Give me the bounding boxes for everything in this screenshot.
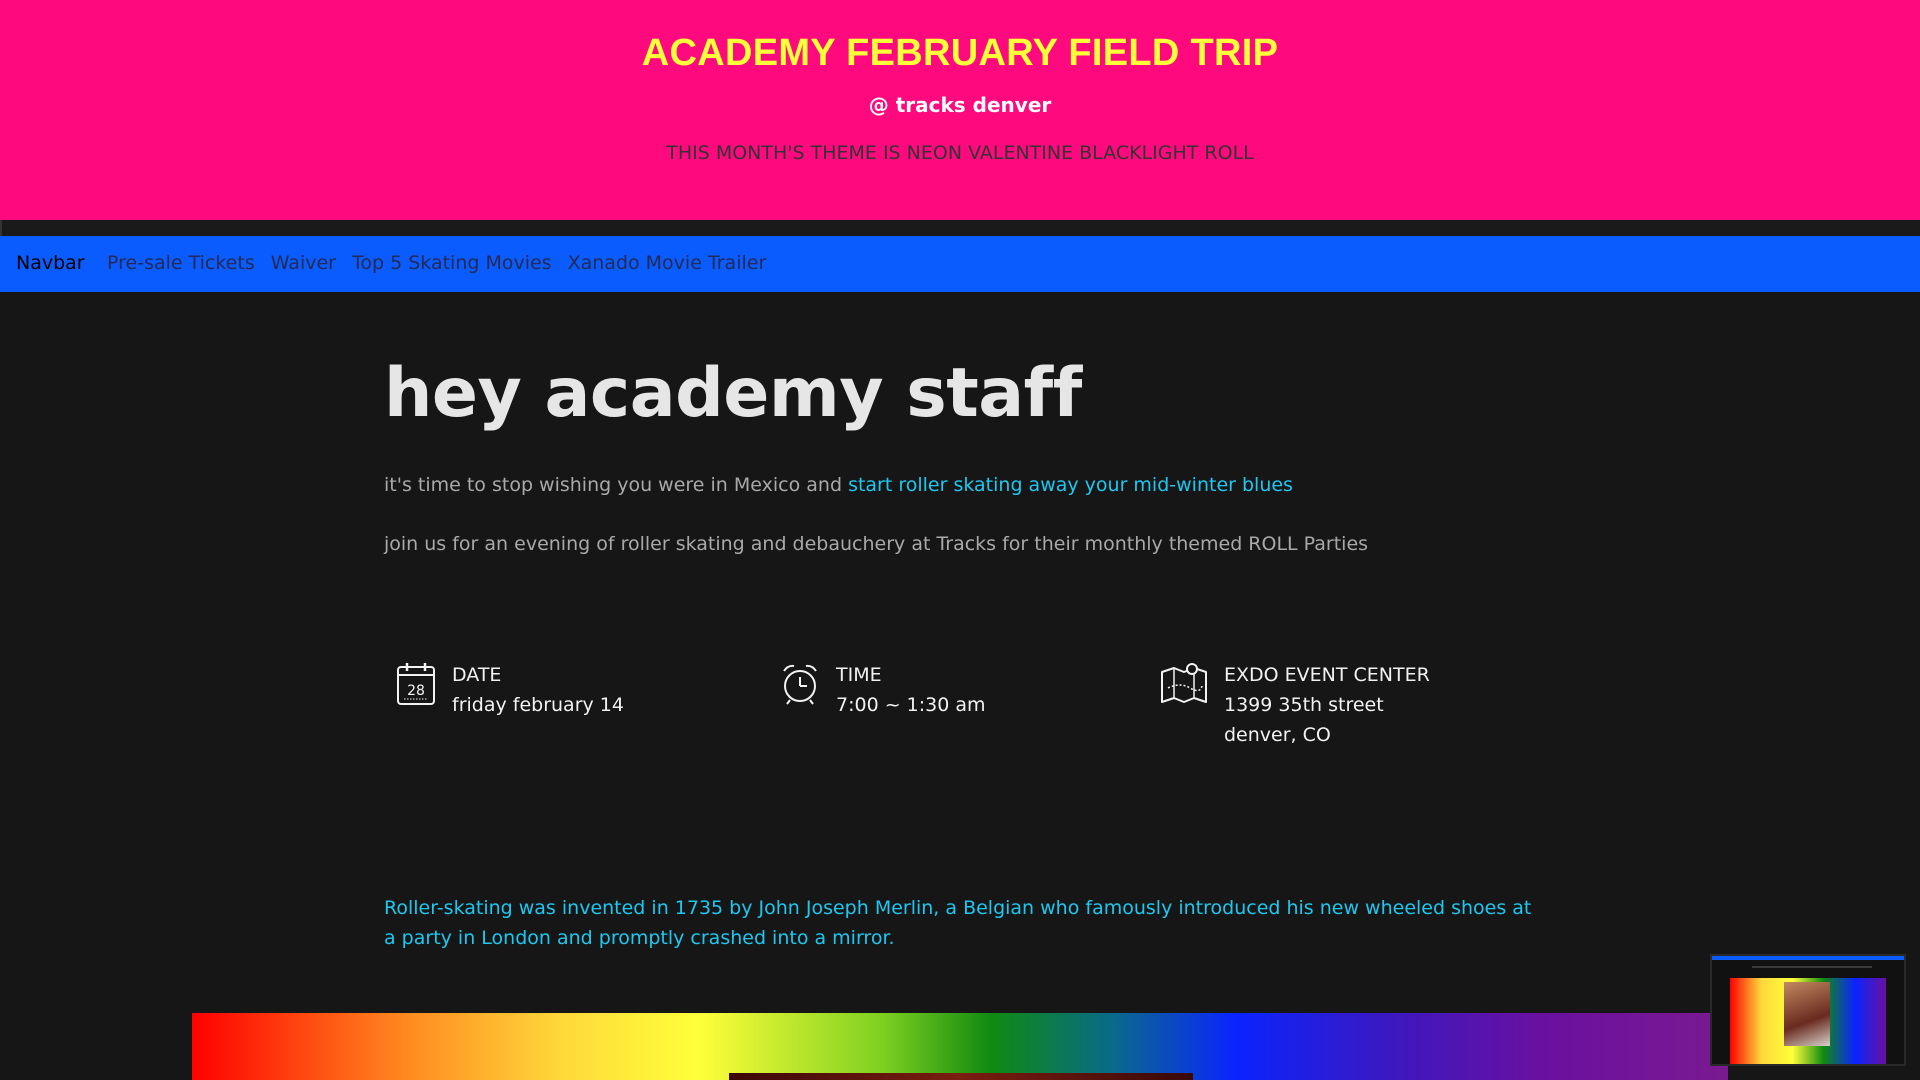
navbar: Navbar Pre-sale Tickets Waiver Top 5 Ska… — [0, 236, 1920, 292]
date-value: friday february 14 — [452, 694, 624, 716]
date-info: 28 DATE friday february 14 — [396, 660, 624, 720]
thumbnail-photo — [1784, 982, 1830, 1046]
navbar-divider — [0, 220, 1920, 236]
hero-title: ACADEMY FEBRUARY FIELD TRIP — [641, 32, 1279, 74]
nav-link-waiver[interactable]: Waiver — [271, 252, 336, 274]
date-label: DATE — [452, 664, 502, 686]
roller-skating-fact: Roller-skating was invented in 1735 by J… — [384, 897, 1532, 949]
alarm-clock-icon — [783, 664, 817, 705]
thumbnail-navbar — [1712, 956, 1904, 960]
venue-city: denver, CO — [1224, 724, 1331, 746]
hero-banner: ACADEMY FEBRUARY FIELD TRIP @ tracks den… — [0, 0, 1920, 220]
greeting-heading: hey academy staff — [384, 354, 1082, 433]
map-icon — [1161, 663, 1207, 703]
page-minimap-thumbnail[interactable] — [1710, 954, 1906, 1066]
hero-theme-text: THIS MONTH'S THEME IS NEON VALENTINE BLA… — [666, 142, 1254, 164]
intro-paragraph: it's time to stop wishing you were in Me… — [384, 472, 1544, 499]
navbar-links: Pre-sale Tickets Waiver Top 5 Skating Mo… — [107, 252, 766, 274]
main-content: hey academy staff it's time to stop wish… — [384, 360, 1544, 557]
navbar-brand[interactable]: Navbar — [16, 252, 85, 274]
venue-name: EXDO EVENT CENTER — [1224, 664, 1430, 686]
hero-subtitle: @ tracks denver — [868, 93, 1052, 117]
time-text: TIME 7:00 ~ 1:30 am — [836, 660, 986, 720]
date-text: DATE friday february 14 — [452, 660, 624, 720]
calendar-day: 28 — [407, 683, 425, 699]
rainbow-banner — [192, 1013, 1728, 1080]
venue-text: EXDO EVENT CENTER 1399 35th street denve… — [1224, 660, 1430, 750]
time-info: TIME 7:00 ~ 1:30 am — [780, 660, 986, 720]
skating-photo — [729, 1073, 1193, 1080]
nav-link-xanadu-trailer[interactable]: Xanado Movie Trailer — [568, 252, 767, 274]
time-value: 7:00 ~ 1:30 am — [836, 694, 986, 716]
intro-text: it's time to stop wishing you were in Me… — [384, 474, 849, 496]
event-info-row: 28 DATE friday february 14 TIME 7:00 ~ 1… — [396, 660, 1526, 760]
venue-street: 1399 35th street — [1224, 694, 1384, 716]
nav-link-presale-tickets[interactable]: Pre-sale Tickets — [107, 252, 255, 274]
time-label: TIME — [836, 664, 882, 686]
calendar-icon: 28 — [397, 663, 435, 705]
venue-info: EXDO EVENT CENTER 1399 35th street denve… — [1160, 660, 1430, 750]
join-paragraph: join us for an evening of roller skating… — [384, 532, 1369, 555]
thumbnail-text-line — [1752, 966, 1872, 968]
nav-link-top-skating-movies[interactable]: Top 5 Skating Movies — [352, 252, 552, 274]
roller-skating-link[interactable]: start roller skating away your mid-winte… — [848, 474, 1293, 496]
